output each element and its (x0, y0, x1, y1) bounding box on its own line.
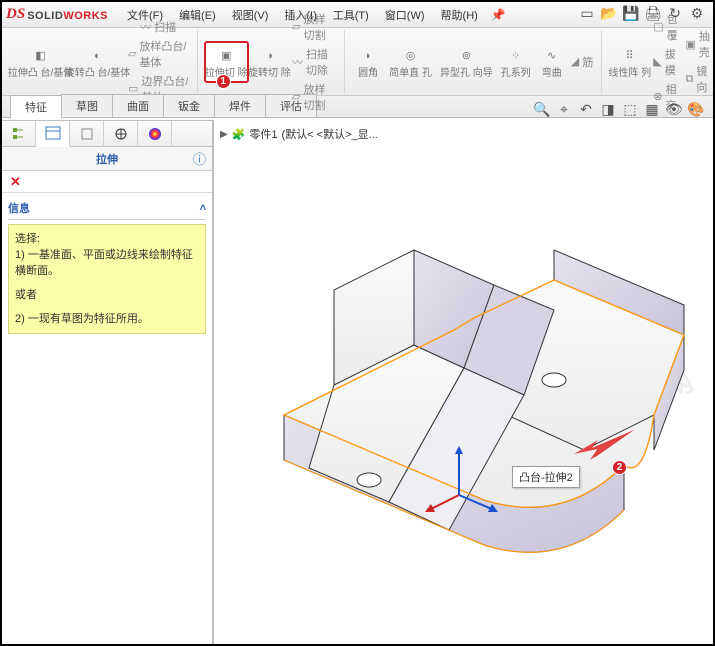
breadcrumb-state: (默认< <默认>_显... (282, 126, 378, 142)
tab-sketch[interactable]: 草图 (61, 94, 113, 117)
model-view (224, 150, 715, 646)
pm-close-row: ✕ (2, 171, 212, 193)
view-hide-show-icon[interactable]: 👁 (665, 100, 683, 118)
ribbon-group-features: ◗圆角 ◎简单直 孔 ⊚异型孔 向导 ⁘孔系列 ∿弯曲 ◢筋 (345, 30, 602, 93)
graphics-area[interactable]: ▶ 🧩 零件1 (默认< <默认>_显... 软件自学网 (214, 120, 713, 644)
menu-bar: DS SOLIDWORKS 文件(F) 编辑(E) 视图(V) 插入(I) 工具… (2, 2, 713, 28)
cmd-linear-pattern[interactable]: ⠿线性阵 列 (608, 43, 651, 81)
view-section-icon[interactable]: ◨ (599, 100, 617, 118)
cmd-revolve-cut[interactable]: ◑旋转切 除 (249, 43, 290, 81)
part-icon: 🧩 (232, 128, 246, 141)
menu-help[interactable]: 帮助(H) (434, 4, 485, 26)
view-orientation-icon[interactable]: ⬚ (621, 100, 639, 118)
logo-ds-icon: DS (6, 6, 25, 23)
breadcrumb[interactable]: ▶ 🧩 零件1 (默认< <默认>_显... (220, 126, 378, 142)
cmd-extrude-cut[interactable]: ▣拉伸切 除 1 (204, 41, 249, 83)
pm-info-box: 选择: 1) 一基准面、平面或边线来绘制特征横断面。 或者 2) 一现有草图为特… (8, 224, 206, 334)
cmd-loft-cut-1[interactable]: ▱放样切割 (290, 10, 338, 44)
cmd-loft-boss[interactable]: ▱放样凸台/基体 (126, 37, 191, 71)
lp-tab-configuration[interactable] (70, 121, 104, 147)
cmd-sweep-boss[interactable]: 〰扫描 (126, 18, 191, 36)
view-display-style-icon[interactable]: ▦ (643, 100, 661, 118)
callout-badge-1: 1 (216, 74, 231, 89)
cmd-mirror[interactable]: ⧉镜向 (684, 62, 715, 96)
ribbon: ◧拉伸凸 台/基体 ◐旋转凸 台/基体 〰扫描 ▱放样凸台/基体 ▭边界凸台/基… (2, 28, 713, 96)
qat-options-icon[interactable]: ⚙ (689, 5, 705, 21)
qat-open-icon[interactable]: 📂 (601, 5, 617, 21)
lp-tab-dimxpert[interactable] (104, 121, 138, 147)
menu-window[interactable]: 窗口(W) (378, 4, 432, 26)
lp-tab-property-manager[interactable] (36, 121, 70, 147)
tab-surface[interactable]: 曲面 (112, 94, 164, 117)
cmd-hole-wizard[interactable]: ⊚异型孔 向导 (436, 43, 497, 81)
cmd-revolve-boss[interactable]: ◐旋转凸 台/基体 (69, 43, 126, 81)
pm-title: 拉伸 (96, 151, 118, 167)
chevron-up-icon: ˄ (200, 202, 206, 214)
cmd-sweep-cut[interactable]: 〰扫描切除 (290, 45, 338, 79)
ribbon-group-pattern: ⠿线性阵 列 ▢包覆 ◣拔模 ⊗相交 ▣抽壳 ⧉镜向 (602, 30, 715, 93)
cmd-simple-hole[interactable]: ◎简单直 孔 (385, 43, 436, 81)
ribbon-group-cut: ▣拉伸切 除 1 ◑旋转切 除 ▱放样切割 〰扫描切除 ▱放样切割 (198, 30, 346, 93)
cmd-flex[interactable]: ∿弯曲 (535, 43, 569, 81)
property-manager-panel: 拉伸 ⓘ ✕ 信息 ˄ 选择: 1) 一基准面、平面或边线来绘制特征横断面。 或… (2, 120, 214, 644)
view-previous-icon[interactable]: ↶ (577, 100, 595, 118)
pm-help-icon[interactable]: ⓘ (193, 149, 206, 168)
cmd-loft-cut-2[interactable]: ▱放样切割 (290, 80, 338, 114)
qat-new-icon[interactable]: ▭ (579, 5, 595, 21)
pm-close-icon[interactable]: ✕ (10, 174, 21, 190)
tab-sheetmetal[interactable]: 钣金 (163, 94, 215, 117)
pm-title-bar: 拉伸 ⓘ (2, 147, 212, 171)
cmd-hole-series[interactable]: ⁘孔系列 (497, 43, 535, 81)
callout-badge-2: 2 (612, 460, 627, 475)
view-zoom-area-icon[interactable]: ⌖ (555, 100, 573, 118)
app-logo: DS SOLIDWORKS (6, 6, 108, 23)
cmd-shell[interactable]: ▣抽壳 (684, 27, 715, 61)
tab-features[interactable]: 特征 (10, 95, 62, 118)
cmd-fillet[interactable]: ◗圆角 (351, 43, 385, 81)
cmd-extrude-boss[interactable]: ◧拉伸凸 台/基体 (12, 43, 69, 81)
quick-access-toolbar: ▭ 📂 💾 🖨 ↻ ⚙ (579, 5, 705, 21)
feature-tooltip: 凸台-拉伸2 (512, 466, 580, 488)
view-appearance-icon[interactable]: 🎨 (687, 100, 705, 118)
cmd-rib[interactable]: ◢筋 (569, 53, 595, 71)
pin-icon[interactable]: 📌 (491, 8, 506, 22)
ribbon-group-boss: ◧拉伸凸 台/基体 ◐旋转凸 台/基体 〰扫描 ▱放样凸台/基体 ▭边界凸台/基… (6, 30, 198, 93)
view-zoom-fit-icon[interactable]: 🔍 (533, 100, 551, 118)
menu-view[interactable]: 视图(V) (225, 4, 276, 26)
qat-save-icon[interactable]: 💾 (623, 5, 639, 21)
left-tabstrip (2, 121, 212, 147)
pm-section-header[interactable]: 信息 ˄ (8, 197, 206, 220)
tab-weldment[interactable]: 焊件 (214, 94, 266, 117)
callout-arrow-2 (574, 430, 634, 458)
chevron-right-icon: ▶ (220, 129, 228, 140)
view-heads-up-toolbar: 🔍 ⌖ ↶ ◨ ⬚ ▦ 👁 🎨 (533, 100, 705, 118)
lp-tab-appearance[interactable] (138, 121, 172, 147)
lp-tab-feature-tree[interactable] (2, 121, 36, 147)
qat-print-icon[interactable]: 🖨 (645, 5, 661, 21)
cmd-draft[interactable]: ◣拔模 (651, 45, 683, 79)
qat-rebuild-icon[interactable]: ↻ (667, 5, 683, 21)
breadcrumb-part-name: 零件1 (249, 126, 277, 142)
